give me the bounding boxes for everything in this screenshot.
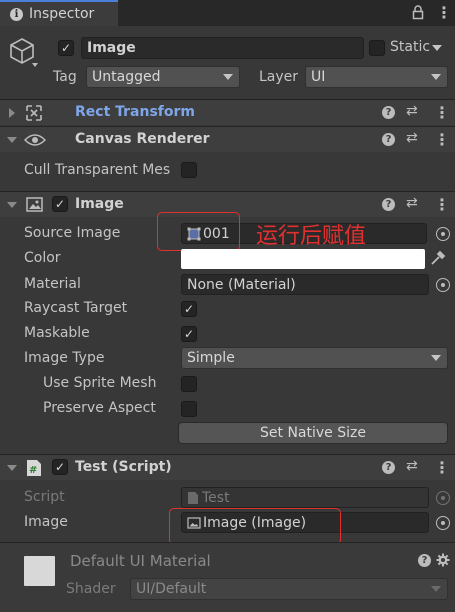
material-label: Material xyxy=(24,276,81,292)
use-sprite-mesh-label: Use Sprite Mesh xyxy=(43,375,157,391)
script-field: Test xyxy=(181,487,429,508)
material-preview-swatch xyxy=(24,556,55,586)
script-file-icon: # xyxy=(27,460,41,476)
object-name-input[interactable]: Image xyxy=(81,37,364,59)
script-file-icon xyxy=(188,491,198,504)
tab-menu-icon[interactable]: ⋮ xyxy=(436,5,452,21)
static-dropdown-icon[interactable] xyxy=(432,45,442,51)
maskable-checkbox[interactable]: ✓ xyxy=(181,326,197,342)
canvas-renderer-header[interactable]: Canvas Renderer ? ⇄ ⋮ xyxy=(0,126,455,152)
source-image-label: Source Image xyxy=(24,225,121,241)
annotation-box-source xyxy=(157,212,240,251)
image-type-dropdown[interactable]: Simple xyxy=(181,347,448,369)
tag-dropdown[interactable]: Untagged xyxy=(86,66,240,88)
use-sprite-mesh-checkbox[interactable] xyxy=(181,376,197,392)
gear-icon[interactable] xyxy=(436,553,450,567)
color-label: Color xyxy=(24,250,61,266)
lock-icon[interactable] xyxy=(412,5,424,20)
foldout-expanded-icon[interactable] xyxy=(7,137,17,143)
shader-dropdown: UI/Default xyxy=(130,578,448,600)
object-picker-icon[interactable] xyxy=(436,227,450,241)
material-footer-title: Default UI Material xyxy=(70,552,211,570)
preset-icon[interactable]: ⇄ xyxy=(406,103,418,119)
shader-label: Shader xyxy=(66,581,116,597)
layer-label: Layer xyxy=(259,69,299,85)
foldout-collapsed-icon[interactable] xyxy=(9,108,15,118)
chevron-down-icon xyxy=(431,74,441,80)
component-menu-icon[interactable]: ⋮ xyxy=(434,197,450,213)
object-picker-icon[interactable] xyxy=(436,278,450,292)
static-checkbox[interactable] xyxy=(369,40,385,56)
layer-value: UI xyxy=(311,69,326,85)
set-native-size-button[interactable]: Set Native Size xyxy=(178,422,448,444)
info-icon: i xyxy=(10,7,23,21)
svg-text:#: # xyxy=(29,465,37,476)
help-icon[interactable]: ? xyxy=(382,106,395,119)
maskable-label: Maskable xyxy=(24,325,90,341)
preserve-aspect-checkbox[interactable] xyxy=(181,401,197,417)
inspector-tab[interactable]: i Inspector xyxy=(0,0,118,26)
annotation-text: 运行后赋值 xyxy=(256,224,367,249)
rect-transform-header[interactable]: Rect Transform ? ⇄ ⋮ xyxy=(0,99,455,125)
help-icon[interactable]: ? xyxy=(382,133,395,146)
inspector-tab-label: Inspector xyxy=(29,6,95,22)
image-type-value: Simple xyxy=(187,350,235,366)
object-picker-icon xyxy=(436,491,450,505)
preserve-aspect-label: Preserve Aspect xyxy=(43,400,156,416)
script-label: Script xyxy=(24,489,65,505)
image-type-label: Image Type xyxy=(24,350,105,366)
chevron-down-icon xyxy=(223,74,233,80)
preset-icon[interactable]: ⇄ xyxy=(406,130,418,146)
layer-dropdown[interactable]: UI xyxy=(305,66,448,88)
image-enabled-checkbox[interactable]: ✓ xyxy=(52,196,68,212)
object-picker-icon[interactable] xyxy=(436,516,450,530)
foldout-expanded-icon[interactable] xyxy=(7,465,17,471)
test-script-header[interactable]: # ✓ Test (Script) ? ⇄ ⋮ xyxy=(0,454,455,480)
raycast-target-checkbox[interactable]: ✓ xyxy=(181,301,197,317)
image-component-icon xyxy=(26,197,43,212)
eye-icon xyxy=(24,134,46,146)
help-icon[interactable]: ? xyxy=(418,554,431,567)
test-script-title: Test (Script) xyxy=(75,459,172,475)
component-menu-icon[interactable]: ⋮ xyxy=(434,132,450,148)
rect-transform-title: Rect Transform xyxy=(75,104,196,120)
active-checkbox[interactable]: ✓ xyxy=(58,40,74,56)
foldout-expanded-icon[interactable] xyxy=(7,202,17,208)
image-ref-label: Image xyxy=(24,514,68,530)
component-menu-icon[interactable]: ⋮ xyxy=(434,460,450,476)
component-menu-icon[interactable]: ⋮ xyxy=(434,105,450,121)
preset-icon[interactable]: ⇄ xyxy=(406,195,418,211)
raycast-target-label: Raycast Target xyxy=(24,300,128,316)
cull-transparent-label: Cull Transparent Mes xyxy=(24,162,171,178)
preset-icon[interactable]: ⇄ xyxy=(406,458,418,474)
static-label: Static xyxy=(390,39,431,55)
annotation-box-image xyxy=(169,508,341,545)
chevron-down-icon xyxy=(431,586,441,592)
color-swatch[interactable] xyxy=(181,249,425,269)
tab-bar: i Inspector ⋮ xyxy=(0,0,455,26)
image-component-title: Image xyxy=(75,196,124,212)
material-field[interactable]: None (Material) xyxy=(181,274,429,295)
tag-value: Untagged xyxy=(92,69,161,85)
help-icon[interactable]: ? xyxy=(382,198,395,211)
shader-value: UI/Default xyxy=(136,581,207,597)
canvas-renderer-title: Canvas Renderer xyxy=(75,131,210,147)
gameobject-cube-icon xyxy=(10,38,38,67)
tag-label: Tag xyxy=(53,69,77,85)
help-icon[interactable]: ? xyxy=(382,461,395,474)
eyedropper-icon[interactable] xyxy=(430,250,446,266)
rect-transform-icon xyxy=(26,105,42,121)
test-enabled-checkbox[interactable]: ✓ xyxy=(52,459,68,475)
script-value: Test xyxy=(202,489,230,506)
chevron-down-icon xyxy=(431,355,441,361)
cull-transparent-checkbox[interactable] xyxy=(181,162,197,178)
